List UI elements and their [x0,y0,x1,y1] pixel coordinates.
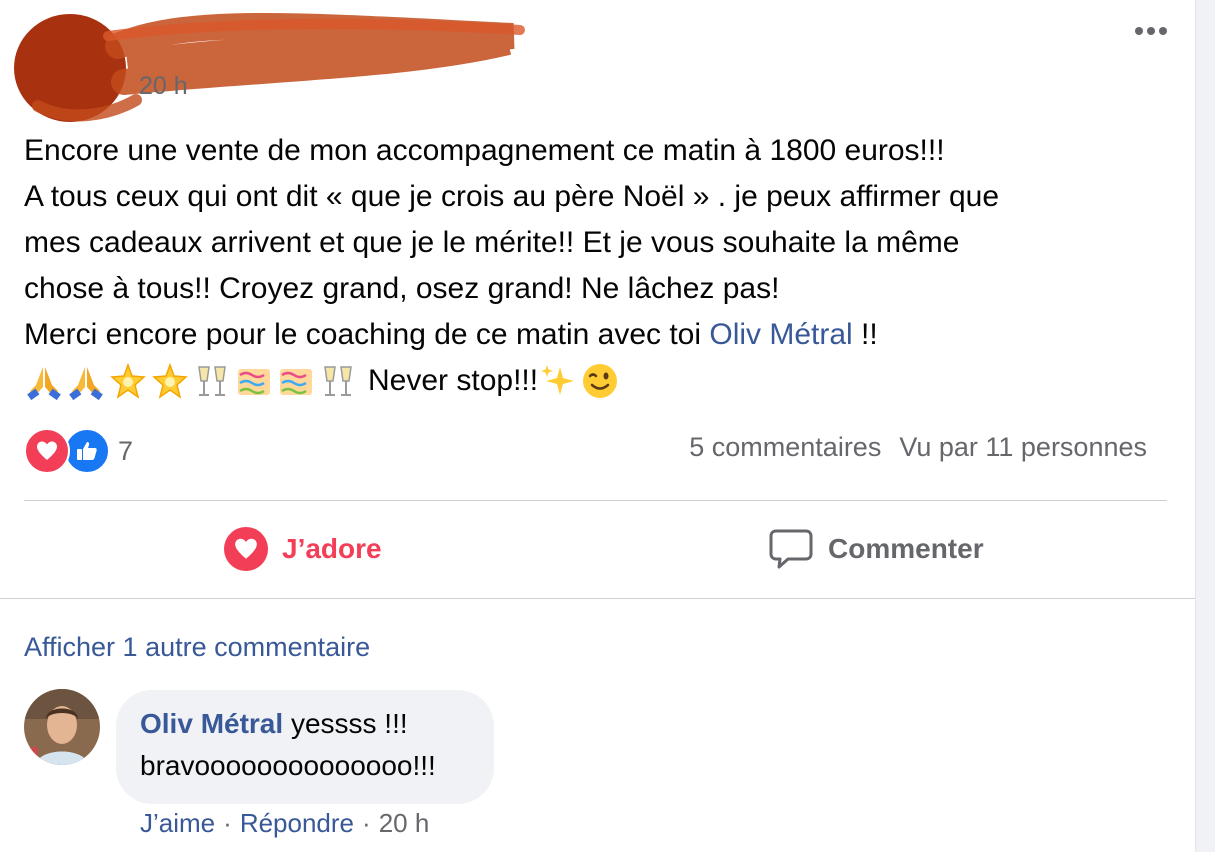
comments-count-link[interactable]: 5 commentaires [689,432,881,463]
comment-button[interactable]: Commenter [768,520,984,578]
folded-hands-icon [27,367,61,401]
like-reaction-icon [64,428,110,474]
comment-author-link[interactable]: Oliv Métral [140,708,283,739]
comment-reply-link[interactable]: Répondre [240,808,354,839]
post-stats: 5 commentaires Vu par 11 personnes [689,432,1147,463]
love-reaction-icon [24,428,70,474]
heart-icon [224,527,268,571]
show-more-comments-link[interactable]: Afficher 1 autre commentaire [24,632,370,663]
more-options-button[interactable] [1128,14,1174,48]
scrollbar-track[interactable] [1195,0,1215,852]
glowing-star-icon [152,362,188,399]
clinking-glasses-icon [198,366,226,396]
post-timestamp[interactable]: 20 h [139,72,188,101]
speech-bubble-icon [769,529,813,569]
comment-timestamp[interactable]: 20 h [379,808,430,839]
comment-actions: J’aime · Répondre · 20 h [140,808,429,839]
post-text: Encore une vente de mon accompagnement c… [24,128,1174,404]
party-popper-icon [238,369,270,395]
love-button-label: J’adore [282,533,382,564]
post-text-segment: !! [852,318,878,351]
separator: · [362,808,371,838]
post-text-line: Encore une vente de mon accompagnement c… [24,134,945,167]
love-button[interactable]: J’adore [224,520,382,578]
dot-icon [1135,27,1143,35]
glowing-star-icon [110,362,146,399]
post-actions: J’adore Commenter [0,520,1195,578]
avatar[interactable] [24,689,100,765]
facebook-post: 20 h Encore une vente de mon accompagnem… [0,0,1195,852]
separator: · [223,808,232,838]
mention-link[interactable]: Oliv Métral [709,318,852,351]
party-popper-icon [280,369,312,395]
comment-text: yessss !!! [283,708,408,739]
comment-bubble: Oliv Métral yessss !!! bravooooooooooooo… [116,690,494,804]
clinking-glasses-icon [324,366,352,396]
post-text-line: A tous ceux qui ont dit « que je crois a… [24,180,1000,213]
folded-hands-icon [69,367,103,401]
post-text-segment: Never stop!!! [368,364,539,397]
divider [24,500,1167,501]
post-text-line: mes cadeaux arrivent et que je le mérite… [24,226,960,259]
post-text-segment: Merci encore pour le coaching de ce mati… [24,318,710,351]
divider [0,598,1195,599]
comment-text: bravoooooooooooooo!!! [140,750,436,781]
reaction-summary[interactable]: 7 [24,428,133,474]
comment-button-label: Commenter [828,533,984,564]
comment-line: Oliv Métral yessss !!! [140,708,408,740]
post-text-line: chose à tous!! Croyez grand, osez grand!… [24,272,780,305]
redacted-author-scribble [14,13,525,122]
comment-like-link[interactable]: J’aime [140,808,215,839]
views-count[interactable]: Vu par 11 personnes [899,432,1147,463]
dot-icon [1159,27,1167,35]
sparkles-icon [541,365,575,395]
winking-face-icon [583,364,618,398]
dot-icon [1147,27,1155,35]
post-text-line: Merci encore pour le coaching de ce mati… [24,312,1174,358]
emoji-line: Never stop!!! [24,358,1174,404]
reaction-count: 7 [118,435,134,466]
